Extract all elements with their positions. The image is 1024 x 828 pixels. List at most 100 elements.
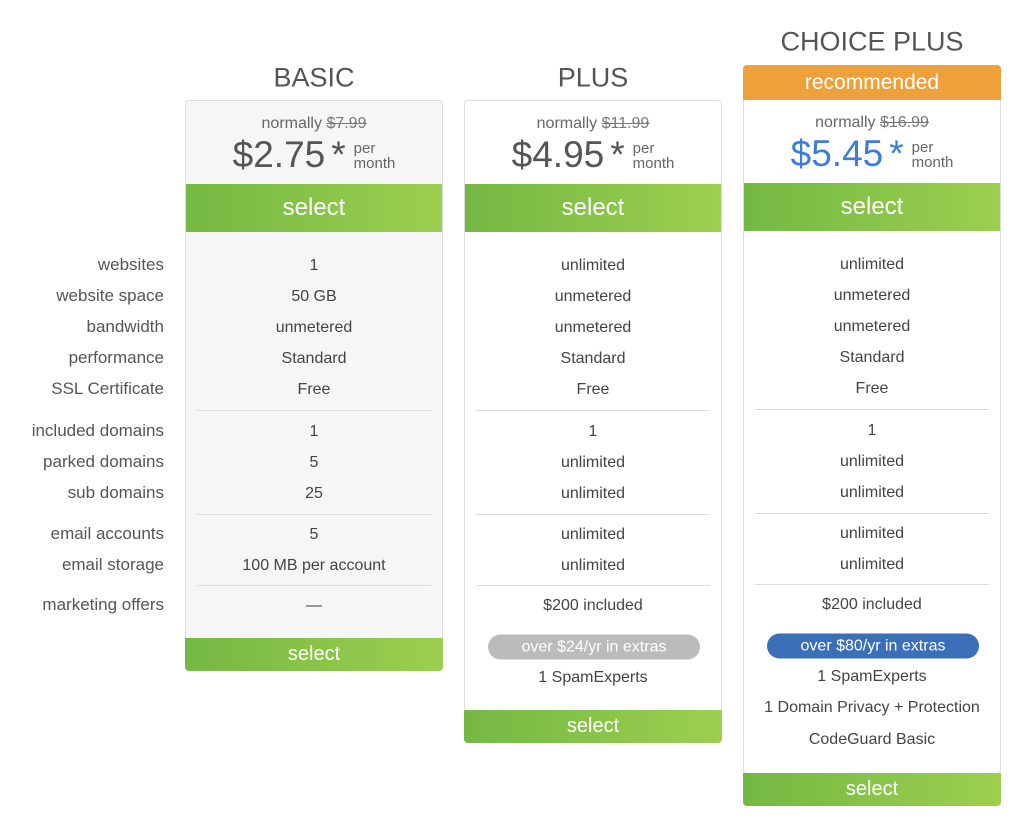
- price-header: normally $11.99 $4.95 * per month: [465, 101, 721, 184]
- feature-value: unlimited: [560, 454, 626, 471]
- feature-value: unlimited: [560, 257, 626, 274]
- asterisk: *: [331, 134, 346, 175]
- feature-value: unlimited: [839, 484, 905, 501]
- per-month: per month: [633, 141, 675, 171]
- asterisk: *: [889, 133, 904, 174]
- feature-label: SSL Certificate: [51, 379, 164, 398]
- feature-value: $200 included: [543, 597, 643, 614]
- feature-value: unlimited: [839, 256, 905, 273]
- divider: [755, 409, 989, 410]
- price-header: normally $16.99 $5.45 * per month: [744, 100, 1000, 183]
- feature-label: marketing offers: [42, 595, 164, 614]
- pricing-table: websites website space bandwidth performanc…: [0, 0, 1024, 828]
- feature-label: email accounts: [50, 524, 164, 543]
- feature-value: Free: [576, 381, 610, 398]
- feature-label: parked domains: [43, 452, 164, 471]
- feature-value: 100 MB per account: [242, 557, 386, 574]
- price: $5.45 * per month: [744, 133, 1000, 175]
- select-button[interactable]: select: [465, 184, 721, 232]
- divider: [476, 410, 710, 411]
- old-price: $16.99: [879, 114, 929, 131]
- feature-value: unmetered: [554, 319, 632, 336]
- feature-value: 5: [309, 526, 319, 543]
- divider: [755, 584, 989, 585]
- feature-value: 1: [309, 423, 319, 440]
- extras-badge: over $24/yr in extras: [488, 634, 700, 660]
- divider: [197, 514, 431, 515]
- feature-label: performance: [68, 348, 164, 367]
- feature-value: 5: [309, 454, 319, 471]
- feature-value: unlimited: [839, 556, 905, 573]
- plan-title: PLUS: [557, 62, 629, 93]
- normal-price: normally $11.99: [465, 115, 721, 133]
- feature-label: websites: [97, 255, 164, 274]
- per-month: per month: [354, 141, 396, 171]
- feature-value: unmetered: [275, 319, 353, 336]
- feature-value: unlimited: [839, 453, 905, 470]
- feature-value: Free: [855, 380, 889, 397]
- current-price: $5.45: [790, 133, 884, 174]
- plan-card: normally $7.99 $2.75 * per month select 1 50 GB…: [185, 100, 443, 640]
- current-price: $4.95: [511, 134, 605, 175]
- bottom-select-button[interactable]: select: [743, 773, 1001, 806]
- feature-value: unlimited: [560, 485, 626, 502]
- asterisk: *: [610, 134, 625, 175]
- feature-value: 25: [305, 485, 323, 502]
- extra-item: 1 SpamExperts: [538, 669, 648, 686]
- per-month: per month: [912, 140, 954, 170]
- current-price: $2.75: [232, 134, 326, 175]
- price: $2.75 * per month: [186, 134, 442, 176]
- old-price: $11.99: [601, 115, 650, 132]
- divider: [197, 410, 431, 411]
- divider: [197, 585, 431, 586]
- feature-value: Standard: [839, 349, 905, 366]
- feature-value: Standard: [560, 350, 626, 367]
- feature-label: sub domains: [67, 483, 164, 502]
- plan-card: normally $16.99 $5.45 * per month select unlim…: [743, 100, 1001, 774]
- bottom-select-button[interactable]: select: [185, 638, 443, 671]
- feature-value: unmetered: [833, 318, 911, 335]
- old-price: $7.99: [326, 115, 367, 132]
- plan-title: BASIC: [273, 62, 355, 93]
- feature-label: bandwidth: [86, 317, 164, 336]
- bottom-select-button[interactable]: select: [464, 710, 722, 743]
- normally-label: normally: [536, 115, 598, 132]
- select-button[interactable]: select: [186, 184, 442, 232]
- price-header: normally $7.99 $2.75 * per month: [186, 101, 442, 184]
- price: $4.95 * per month: [465, 134, 721, 176]
- extra-item: 1 Domain Privacy + Protection: [764, 699, 980, 716]
- per-label: per: [353, 140, 376, 157]
- plan-title: CHOICE PLUS: [780, 26, 964, 57]
- per-label: per: [632, 140, 655, 157]
- month-label: month: [632, 155, 675, 172]
- divider: [755, 513, 989, 514]
- feature-value: 1: [588, 423, 598, 440]
- feature-label: website space: [56, 286, 164, 305]
- feature-value: unmetered: [554, 288, 632, 305]
- feature-value: 1: [867, 422, 877, 439]
- feature-value: $200 included: [822, 596, 922, 613]
- feature-value: unlimited: [839, 525, 905, 542]
- feature-value: Standard: [281, 350, 347, 367]
- extras-badge: over $80/yr in extras: [767, 633, 979, 659]
- feature-value: unmetered: [833, 287, 911, 304]
- feature-value: Free: [297, 381, 331, 398]
- feature-value: 50 GB: [291, 288, 337, 305]
- feature-value: —: [306, 597, 322, 614]
- divider: [476, 514, 710, 515]
- divider: [476, 585, 710, 586]
- extra-item: 1 SpamExperts: [817, 668, 927, 685]
- plan-card: normally $11.99 $4.95 * per month select unlim…: [464, 100, 722, 712]
- month-label: month: [911, 154, 954, 171]
- extra-item: CodeGuard Basic: [808, 731, 936, 748]
- per-label: per: [911, 139, 934, 156]
- feature-value: unlimited: [560, 526, 626, 543]
- normally-label: normally: [261, 115, 322, 132]
- feature-label: included domains: [31, 421, 164, 440]
- select-button[interactable]: select: [744, 183, 1000, 231]
- feature-value: 1: [309, 257, 319, 274]
- normal-price: normally $7.99: [186, 115, 442, 133]
- month-label: month: [353, 155, 396, 172]
- feature-label: email storage: [61, 555, 164, 574]
- normally-label: normally: [815, 114, 876, 131]
